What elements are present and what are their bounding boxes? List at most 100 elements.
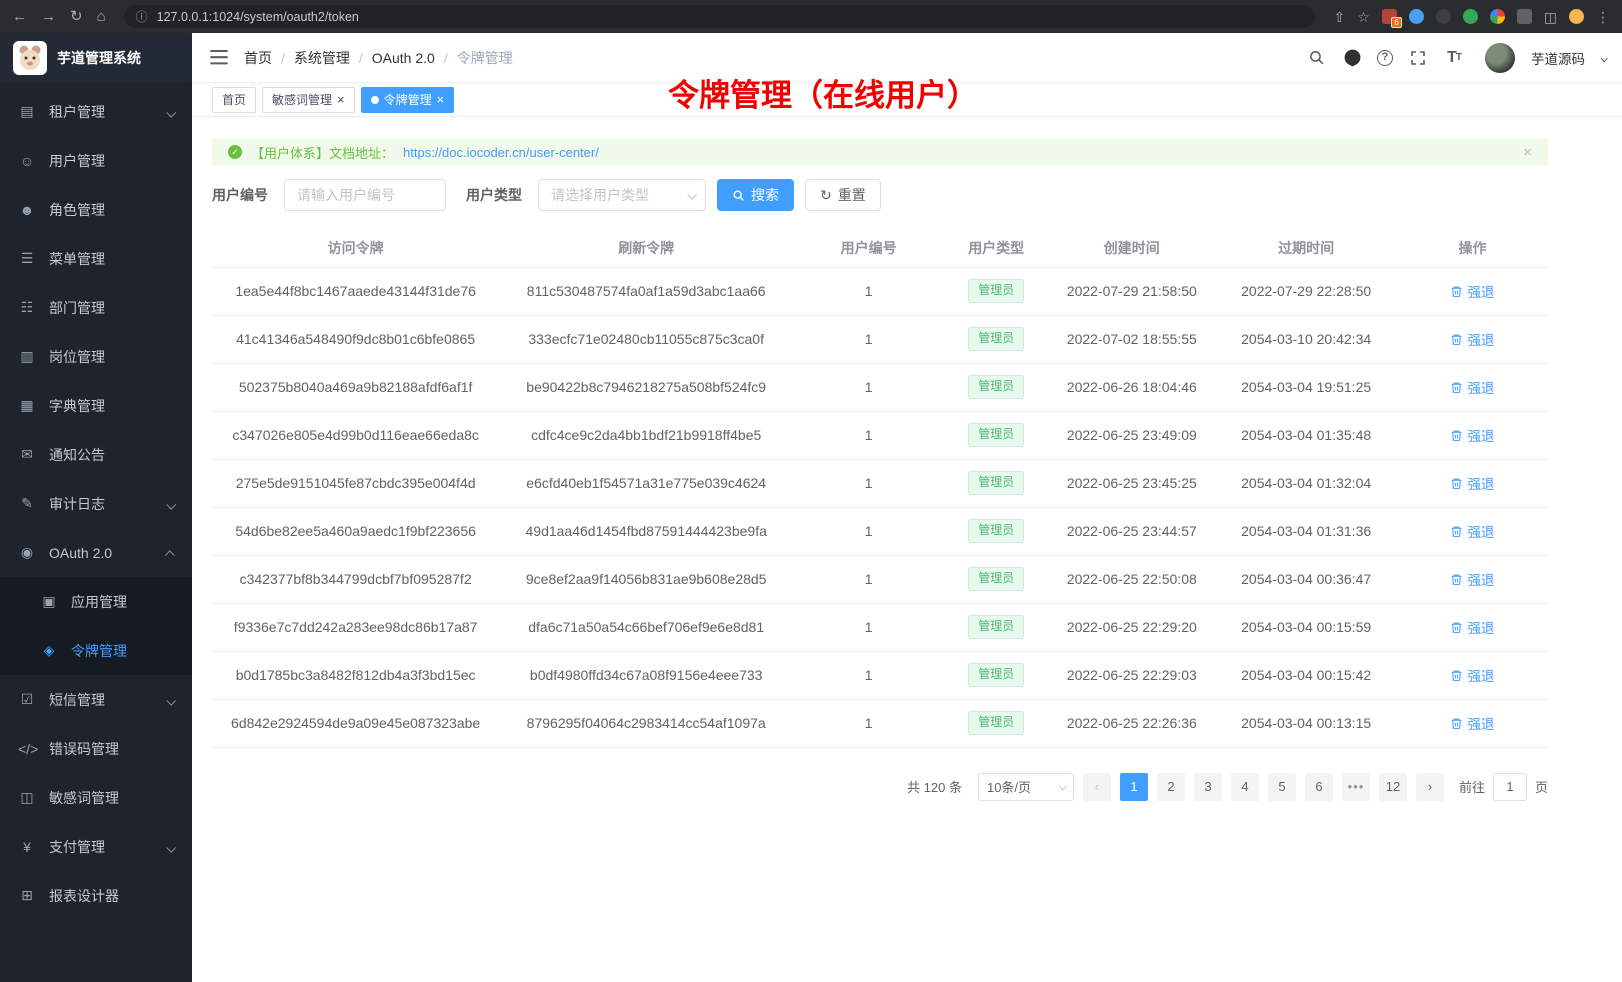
force-logout-button[interactable]: 强退 <box>1450 425 1494 445</box>
force-logout-button[interactable]: 强退 <box>1450 569 1494 589</box>
site-info-icon[interactable]: ⓘ <box>136 8 148 25</box>
user-type-badge: 管理员 <box>968 279 1024 303</box>
alert-close-icon[interactable]: × <box>1523 145 1532 160</box>
force-logout-button[interactable]: 强退 <box>1450 713 1494 733</box>
extension-icon-grid[interactable]: 6 <box>1382 9 1397 24</box>
goto-label: 前往 <box>1459 777 1485 796</box>
user-menu-caret-icon[interactable] <box>1601 49 1606 67</box>
breadcrumb-item[interactable]: 首页 <box>244 48 272 68</box>
force-logout-button[interactable]: 强退 <box>1450 521 1494 541</box>
reset-button-label: 重置 <box>838 185 866 205</box>
sidebar-item-post[interactable]: ▥岗位管理 <box>0 332 192 381</box>
force-logout-button[interactable]: 强退 <box>1450 329 1494 349</box>
address-bar[interactable]: ⓘ 127.0.0.1:1024/system/oauth2/token <box>124 5 1316 28</box>
user-id-input[interactable] <box>284 179 446 211</box>
app-logo[interactable]: 芋道管理系统 <box>0 33 192 83</box>
force-logout-button[interactable]: 强退 <box>1450 665 1494 685</box>
pagination-page-3[interactable]: 3 <box>1194 773 1222 801</box>
sidebar-item-app[interactable]: ▣应用管理 <box>0 577 192 626</box>
browser-profile-avatar[interactable] <box>1569 9 1584 24</box>
split-view-icon[interactable]: ◫ <box>1544 10 1557 24</box>
page-size-select[interactable]: 10条/页 <box>978 773 1074 801</box>
pagination-page-12[interactable]: 12 <box>1379 773 1407 801</box>
breadcrumb-item[interactable]: OAuth 2.0 <box>372 50 435 66</box>
browser-back-icon[interactable]: ← <box>12 9 27 24</box>
extension-icon-green[interactable] <box>1463 9 1478 24</box>
doc-link[interactable]: https://doc.iocoder.cn/user-center/ <box>403 145 599 160</box>
user-type-cell: 管理员 <box>944 651 1048 699</box>
sidebar-item-user[interactable]: ☺用户管理 <box>0 136 192 185</box>
force-logout-button[interactable]: 强退 <box>1450 473 1494 493</box>
trash-icon <box>1450 333 1463 346</box>
browser-refresh-icon[interactable]: ↻ <box>70 9 83 24</box>
browser-forward-icon[interactable]: → <box>41 9 56 24</box>
pagination-page-4[interactable]: 4 <box>1231 773 1259 801</box>
pagination-page-5[interactable]: 5 <box>1268 773 1296 801</box>
sidebar-item-tenant[interactable]: ▤租户管理 <box>0 87 192 136</box>
search-icon[interactable] <box>1305 47 1327 69</box>
sidebar-item-label: 菜单管理 <box>49 249 174 269</box>
extension-icon-blue[interactable] <box>1409 9 1424 24</box>
pagination-page-1[interactable]: 1 <box>1120 773 1148 801</box>
sidebar-item-payment[interactable]: ¥支付管理 <box>0 822 192 871</box>
sidebar-item-dict[interactable]: ▦字典管理 <box>0 381 192 430</box>
sidebar-collapse-icon[interactable] <box>210 50 228 65</box>
user-type-cell: 管理员 <box>944 459 1048 507</box>
username[interactable]: 芋道源码 <box>1531 48 1585 68</box>
user-type-placeholder: 请选择用户类型 <box>551 185 649 205</box>
sidebar-item-role[interactable]: ☻角色管理 <box>0 185 192 234</box>
tag-close-icon[interactable]: × <box>437 93 445 106</box>
breadcrumb-item[interactable]: 系统管理 <box>294 48 350 68</box>
sidebar-item-sms[interactable]: ☑短信管理 <box>0 675 192 724</box>
sidebar-item-notice[interactable]: ✉通知公告 <box>0 430 192 479</box>
sidebar-item-error-code[interactable]: </>错误码管理 <box>0 724 192 773</box>
extensions-puzzle-icon[interactable] <box>1517 9 1532 24</box>
pagination-page-2[interactable]: 2 <box>1157 773 1185 801</box>
sidebar-item-sensitive-word[interactable]: ◫敏感词管理 <box>0 773 192 822</box>
tag-令牌管理[interactable]: 令牌管理× <box>361 87 455 113</box>
user-id-cell: 1 <box>793 363 944 411</box>
browser-home-icon[interactable]: ⌂ <box>97 9 106 24</box>
sidebar-item-token[interactable]: ◈令牌管理 <box>0 626 192 675</box>
force-logout-button[interactable]: 强退 <box>1450 281 1494 301</box>
pagination-next-button[interactable]: › <box>1416 773 1444 801</box>
tag-敏感词管理[interactable]: 敏感词管理× <box>262 87 355 113</box>
tag-close-icon[interactable]: × <box>337 93 345 106</box>
sidebar-item-menu[interactable]: ☰菜单管理 <box>0 234 192 283</box>
search-button[interactable]: 搜索 <box>717 179 794 211</box>
force-logout-button[interactable]: 强退 <box>1450 377 1494 397</box>
user-avatar[interactable] <box>1485 43 1515 73</box>
col-expire-time: 过期时间 <box>1215 229 1397 267</box>
force-logout-button[interactable]: 强退 <box>1450 617 1494 637</box>
font-size-icon[interactable]: TT <box>1443 47 1465 69</box>
user-type-select[interactable]: 请选择用户类型 <box>538 179 706 211</box>
sidebar-item-oauth[interactable]: ◉OAuth 2.0 <box>0 528 192 577</box>
created-time-cell: 2022-06-26 18:04:46 <box>1048 363 1215 411</box>
chevron-up-icon <box>167 545 174 561</box>
user-type-badge: 管理员 <box>968 471 1024 495</box>
browser-menu-icon[interactable]: ⋮ <box>1596 10 1610 24</box>
extension-icon-dark[interactable] <box>1436 9 1451 24</box>
navbar-actions: ? TT 芋道源码 <box>1305 43 1606 73</box>
access-token-cell: c347026e805e4d99b0d116eae66eda8c <box>212 411 499 459</box>
pagination-page-6[interactable]: 6 <box>1305 773 1333 801</box>
col-actions: 操作 <box>1397 229 1548 267</box>
goto-page-input[interactable] <box>1493 773 1527 801</box>
sidebar-item-audit-log[interactable]: ✎审计日志 <box>0 479 192 528</box>
user-type-cell: 管理员 <box>944 699 1048 747</box>
table-row: b0d1785bc3a8482f812db4a3f3bd15ecb0df4980… <box>212 651 1548 699</box>
extension-icon-color[interactable] <box>1490 9 1505 24</box>
dict-icon: ▦ <box>18 397 36 414</box>
sidebar-item-report-designer[interactable]: ⊞报表设计器 <box>0 871 192 920</box>
reset-button[interactable]: ↻ 重置 <box>805 179 881 211</box>
pagination-more[interactable]: ••• <box>1342 773 1370 801</box>
fullscreen-icon[interactable] <box>1407 47 1429 69</box>
help-icon[interactable]: ? <box>1377 50 1393 66</box>
github-icon[interactable] <box>1341 47 1363 69</box>
share-icon[interactable]: ⇧ <box>1333 10 1345 24</box>
sidebar-item-dept[interactable]: ☷部门管理 <box>0 283 192 332</box>
bookmark-star-icon[interactable]: ☆ <box>1357 10 1370 24</box>
tag-首页[interactable]: 首页 <box>212 87 256 113</box>
pagination-prev-button[interactable]: ‹ <box>1083 773 1111 801</box>
sidebar-item-label: 部门管理 <box>49 298 174 318</box>
